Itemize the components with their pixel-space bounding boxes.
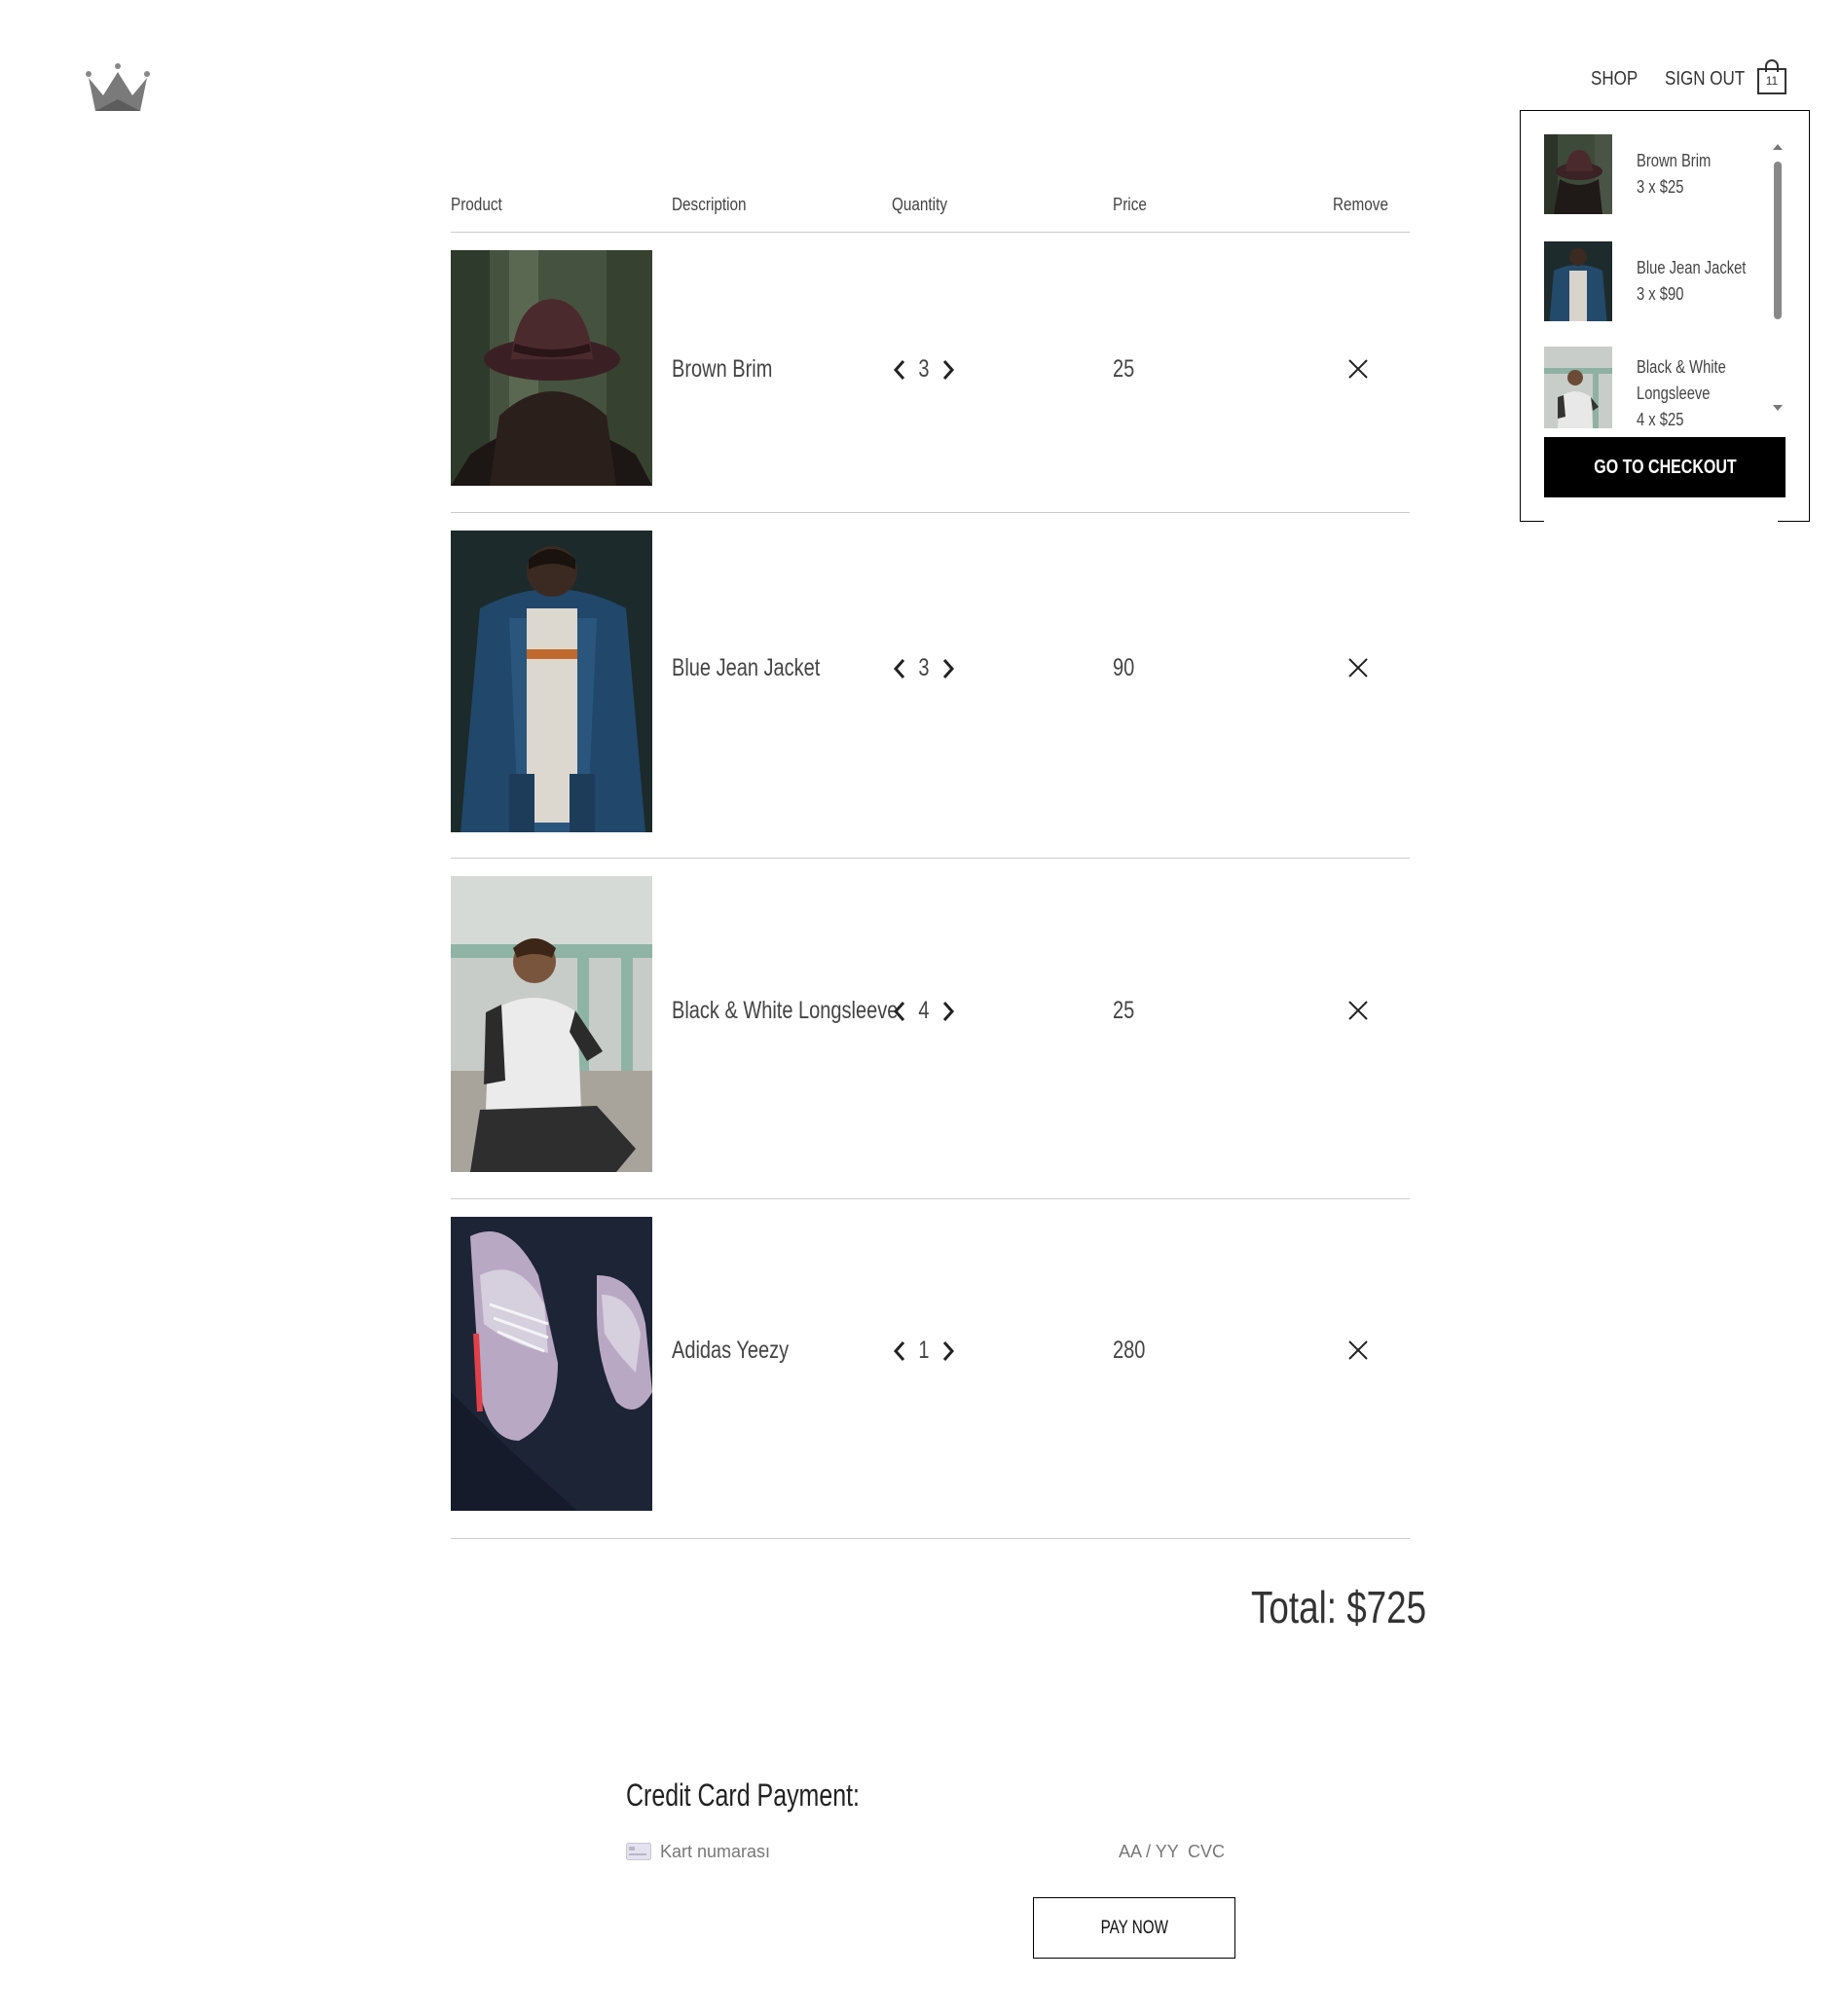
cart-item-thumbnail-blue-jean-jacket [1544,241,1612,321]
product-price: 280 [1113,1337,1146,1364]
pay-now-button[interactable]: PAY NOW [1033,1897,1235,1959]
cart-item-count: 11 [1765,74,1779,88]
quantity-stepper: 1 [890,1337,958,1365]
increase-quantity-icon[interactable] [937,999,958,1024]
quantity-stepper: 4 [890,997,958,1025]
scrollbar-thumb[interactable] [1774,162,1782,319]
credit-card-payment-title: Credit Card Payment: [626,1778,860,1813]
checkout-table-header: Product Description Quantity Price Remov… [451,191,1410,233]
crown-logo-icon[interactable] [84,60,152,115]
increase-quantity-icon[interactable] [937,656,958,681]
decrease-quantity-icon[interactable] [890,656,911,681]
quantity-value: 3 [918,654,930,681]
cart-dropdown-item: Brown Brim 3 x $25 [1544,134,1768,216]
go-to-checkout-label: GO TO CHECKOUT [1593,456,1737,478]
cart-item-name-line1: Black & White [1637,357,1726,377]
product-price: 90 [1113,654,1135,681]
decrease-quantity-icon[interactable] [890,357,911,383]
pay-now-label: PAY NOW [1100,1917,1168,1938]
quantity-stepper: 3 [890,355,958,384]
product-name: Brown Brim [672,355,773,383]
header-description: Description [672,195,747,214]
product-image-blue-jean-jacket [451,531,652,832]
cart-dropdown-scrollbar[interactable] [1772,142,1784,411]
table-row: Brown Brim 3 25 [451,233,1410,513]
quantity-stepper: 3 [890,654,958,682]
decrease-quantity-icon[interactable] [890,999,911,1024]
header-quantity: Quantity [892,195,947,214]
quantity-value: 4 [918,997,930,1024]
quantity-value: 3 [918,355,930,383]
card-expiry-input[interactable] [1119,1838,1189,1865]
shopping-bag-icon[interactable]: 11 [1755,58,1788,95]
remove-item-icon[interactable] [1346,1338,1370,1362]
card-cvc-input[interactable] [1188,1838,1236,1865]
product-image-adidas-yeezy [451,1217,652,1511]
nav-sign-out-label[interactable]: SIGN OUT [1665,68,1745,91]
order-total-text: Total: $725 [1251,1582,1427,1632]
product-name: Adidas Yeezy [672,1337,790,1364]
increase-quantity-icon[interactable] [937,357,958,383]
product-price: 25 [1113,355,1135,383]
remove-item-icon[interactable] [1346,656,1370,679]
product-image-brown-brim [451,250,652,486]
nav-shop-link[interactable]: SHOP [1591,60,1646,97]
product-price: 25 [1113,997,1135,1024]
cart-item-qty-price: 3 x $90 [1637,284,1684,304]
order-total: Total: $725 [1207,1581,1426,1633]
product-name: Black & White Longsleeve [672,997,899,1024]
product-name: Blue Jean Jacket [672,654,821,681]
remove-item-icon[interactable] [1346,999,1370,1022]
cart-item-text: Brown Brim 3 x $25 [1637,148,1727,216]
scroll-down-arrow-icon[interactable] [1772,403,1784,413]
cart-item-text: Black & White Longsleeve 4 x $25 [1637,354,1746,429]
cart-item-name: Brown Brim [1637,151,1712,170]
header-remove: Remove [1333,195,1388,214]
cart-dropdown-item: Black & White Longsleeve 4 x $25 [1544,347,1768,429]
nav-shop-label[interactable]: SHOP [1591,68,1638,91]
table-row: Adidas Yeezy 1 280 [451,1199,1410,1539]
scroll-up-arrow-icon[interactable] [1772,142,1784,152]
cart-item-thumbnail-longsleeve [1544,347,1612,428]
quantity-value: 1 [918,1337,930,1364]
card-number-input[interactable] [660,1838,1049,1865]
nav-sign-out-link[interactable]: SIGN OUT [1665,60,1759,97]
cart-item-name: Blue Jean Jacket [1637,258,1747,277]
cart-dropdown-item: Blue Jean Jacket 3 x $90 [1544,241,1768,323]
credit-card-form [626,1838,1236,1867]
decrease-quantity-icon[interactable] [890,1338,911,1364]
remove-item-icon[interactable] [1346,357,1370,381]
table-row: Black & White Longsleeve 4 25 [451,859,1410,1199]
cart-item-thumbnail-brown-brim [1544,134,1612,214]
cart-item-text: Blue Jean Jacket 3 x $90 [1637,255,1770,323]
product-image-longsleeve [451,876,652,1172]
table-row: Blue Jean Jacket 3 90 [451,513,1410,859]
credit-card-icon [626,1843,651,1860]
header-product: Product [451,195,502,214]
cart-item-qty-price: 3 x $25 [1637,177,1684,197]
cart-item-name-line2: Longsleeve [1637,384,1711,403]
increase-quantity-icon[interactable] [937,1338,958,1364]
cart-dropdown: Brown Brim 3 x $25 Blue Jean Jacket 3 x … [1520,110,1810,538]
go-to-checkout-button[interactable]: GO TO CHECKOUT [1544,437,1786,497]
header-price: Price [1113,195,1147,214]
